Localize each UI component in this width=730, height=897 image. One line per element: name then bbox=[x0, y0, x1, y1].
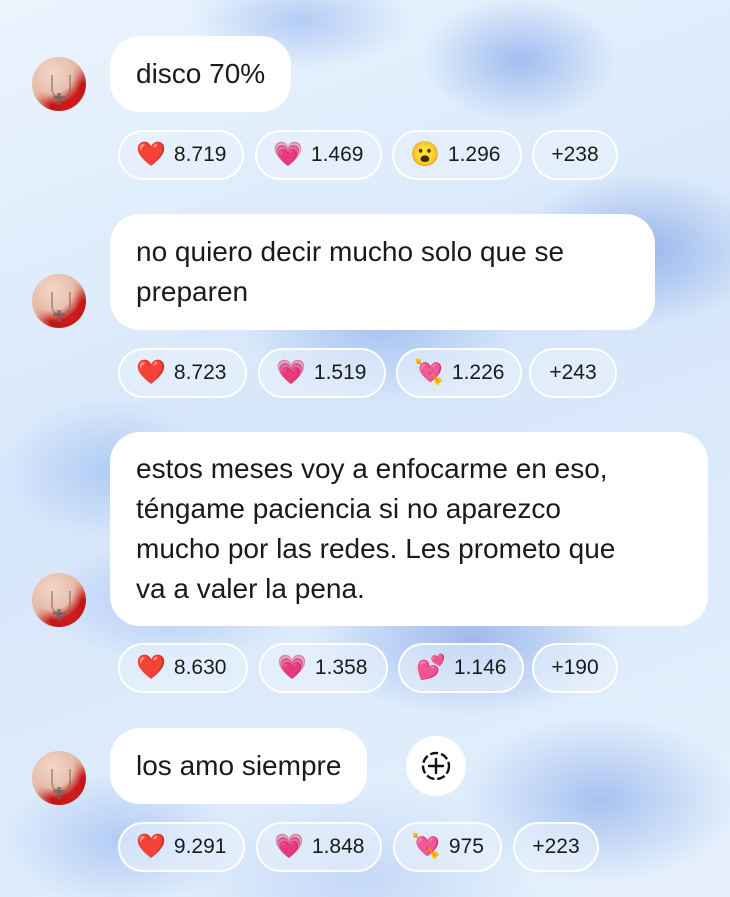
avatar[interactable] bbox=[32, 57, 86, 111]
reaction-count: 1.469 bbox=[310, 143, 364, 166]
heart-arrow-icon: 💘 bbox=[411, 833, 441, 860]
red-heart-icon: ❤️ bbox=[136, 141, 166, 168]
avatar[interactable] bbox=[32, 274, 86, 328]
reaction-chip-heart[interactable]: ❤️ 9.291 bbox=[118, 822, 245, 872]
reaction-chip-growing-heart[interactable]: 💗 1.519 bbox=[258, 348, 386, 398]
more-reactions-chip[interactable]: +238 bbox=[532, 130, 618, 180]
message-text: disco 70% bbox=[136, 58, 266, 89]
message-text-line: va a valer la pena. bbox=[136, 573, 365, 604]
growing-heart-icon: 💗 bbox=[274, 833, 304, 860]
reaction-count: 8.723 bbox=[173, 361, 227, 384]
more-reactions-chip[interactable]: +223 bbox=[513, 822, 599, 872]
reaction-count: 9.291 bbox=[173, 835, 227, 858]
message-bubble[interactable]: los amo siempre bbox=[110, 728, 368, 804]
message-text: los amo siempre bbox=[136, 750, 342, 781]
reaction-count: 975 bbox=[448, 835, 484, 858]
heart-arrow-icon: 💘 bbox=[414, 359, 444, 386]
message-text-line: estos meses voy a enfocarme en eso, bbox=[136, 453, 608, 484]
message-text-line: téngame paciencia si no aparezco bbox=[136, 493, 561, 524]
reaction-chip-growing-heart[interactable]: 💗 1.469 bbox=[255, 130, 382, 180]
red-heart-icon: ❤️ bbox=[136, 654, 166, 681]
reaction-count: 1.226 bbox=[451, 361, 505, 384]
message-bubble[interactable]: no quiero decir mucho solo que se prepar… bbox=[110, 214, 655, 330]
two-hearts-icon: 💕 bbox=[416, 654, 446, 681]
add-reaction-button[interactable] bbox=[406, 736, 466, 796]
avatar[interactable] bbox=[32, 573, 86, 627]
reaction-chip-heart[interactable]: ❤️ 8.719 bbox=[118, 130, 244, 180]
reaction-chip-growing-heart[interactable]: 💗 1.848 bbox=[256, 822, 382, 872]
reaction-chip-heart-arrow[interactable]: 💘 975 bbox=[393, 822, 502, 872]
growing-heart-icon: 💗 bbox=[273, 141, 303, 168]
red-heart-icon: ❤️ bbox=[136, 359, 166, 386]
surprised-face-icon: 😮 bbox=[410, 141, 440, 168]
reaction-chip-growing-heart[interactable]: 💗 1.358 bbox=[259, 643, 388, 693]
red-heart-icon: ❤️ bbox=[136, 833, 166, 860]
reaction-count: 1.146 bbox=[453, 656, 507, 679]
reaction-chip-heart-arrow[interactable]: 💘 1.226 bbox=[396, 348, 522, 398]
growing-heart-icon: 💗 bbox=[277, 654, 307, 681]
avatar[interactable] bbox=[32, 751, 86, 805]
reaction-count: 1.848 bbox=[311, 835, 365, 858]
message-text-line: no quiero decir mucho solo que se bbox=[136, 236, 565, 267]
reaction-chip-surprised[interactable]: 😮 1.296 bbox=[392, 130, 522, 180]
reaction-count: 1.358 bbox=[314, 656, 368, 679]
add-reaction-icon bbox=[421, 751, 451, 781]
reaction-count: 1.519 bbox=[313, 361, 367, 384]
message-bubble[interactable]: estos meses voy a enfocarme en eso, téng… bbox=[110, 432, 708, 626]
reaction-count: 8.630 bbox=[173, 656, 227, 679]
reaction-count: 8.719 bbox=[173, 143, 227, 166]
growing-heart-icon: 💗 bbox=[276, 359, 306, 386]
reaction-chip-heart[interactable]: ❤️ 8.723 bbox=[118, 348, 247, 398]
reaction-count: 1.296 bbox=[447, 143, 501, 166]
reaction-chip-heart[interactable]: ❤️ 8.630 bbox=[118, 643, 248, 693]
reaction-chip-two-hearts[interactable]: 💕 1.146 bbox=[398, 643, 524, 693]
message-text-line: mucho por las redes. Les prometo que bbox=[136, 533, 616, 564]
more-reactions-chip[interactable]: +190 bbox=[532, 643, 618, 693]
more-reactions-chip[interactable]: +243 bbox=[529, 348, 617, 398]
message-text-line: preparen bbox=[136, 276, 249, 307]
message-bubble[interactable]: disco 70% bbox=[110, 36, 292, 112]
